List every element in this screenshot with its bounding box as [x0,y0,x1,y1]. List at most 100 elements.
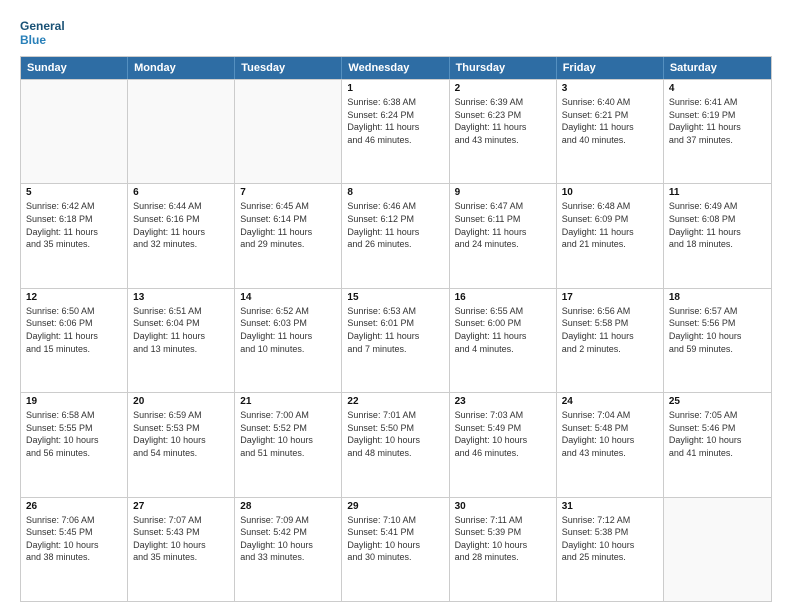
cal-header-cell: Thursday [450,57,557,79]
day-number: 27 [133,501,229,512]
calendar-cell [128,80,235,183]
calendar-cell: 23 Sunrise: 7:03 AM Sunset: 5:49 PM Dayli… [450,393,557,496]
calendar-cell [664,498,771,601]
day-number: 14 [240,292,336,303]
day-number: 9 [455,187,551,198]
day-info: Sunrise: 6:59 AM Sunset: 5:53 PM Dayligh… [133,409,229,459]
day-number: 31 [562,501,658,512]
day-info: Sunrise: 6:50 AM Sunset: 6:06 PM Dayligh… [26,305,122,355]
calendar-cell: 12Sunrise: 6:50 AM Sunset: 6:06 PM Dayli… [21,289,128,392]
day-info: Sunrise: 7:00 AM Sunset: 5:52 PM Dayligh… [240,409,336,459]
day-number: 4 [669,83,766,94]
calendar-cell: 17 Sunrise: 6:56 AM Sunset: 5:58 PM Dayli… [557,289,664,392]
calendar-cell: 4Sunrise: 6:41 AM Sunset: 6:19 PM Daylig… [664,80,771,183]
calendar-cell: 2 Sunrise: 6:39 AM Sunset: 6:23 PM Daylig… [450,80,557,183]
calendar-cell [235,80,342,183]
day-info: Sunrise: 6:52 AM Sunset: 6:03 PM Dayligh… [240,305,336,355]
calendar-cell: 9Sunrise: 6:47 AM Sunset: 6:11 PM Daylig… [450,184,557,287]
calendar-cell: 16 Sunrise: 6:55 AM Sunset: 6:00 PM Dayli… [450,289,557,392]
calendar-cell: 31 Sunrise: 7:12 AM Sunset: 5:38 PM Dayli… [557,498,664,601]
day-info: Sunrise: 6:49 AM Sunset: 6:08 PM Dayligh… [669,200,766,250]
calendar-row: 19 Sunrise: 6:58 AM Sunset: 5:55 PM Dayli… [21,392,771,496]
day-info: Sunrise: 7:09 AM Sunset: 5:42 PM Dayligh… [240,514,336,564]
calendar-cell: 15 Sunrise: 6:53 AM Sunset: 6:01 PM Dayli… [342,289,449,392]
calendar-body: 1Sunrise: 6:38 AM Sunset: 6:24 PM Daylig… [21,79,771,601]
day-number: 10 [562,187,658,198]
calendar-cell: 29 Sunrise: 7:10 AM Sunset: 5:41 PM Dayli… [342,498,449,601]
day-number: 13 [133,292,229,303]
day-number: 29 [347,501,443,512]
day-info: Sunrise: 6:55 AM Sunset: 6:00 PM Dayligh… [455,305,551,355]
calendar: SundayMondayTuesdayWednesdayThursdayFrid… [20,56,772,602]
calendar-cell: 1Sunrise: 6:38 AM Sunset: 6:24 PM Daylig… [342,80,449,183]
day-info: Sunrise: 6:38 AM Sunset: 6:24 PM Dayligh… [347,96,443,146]
svg-text:Blue: Blue [20,33,46,47]
day-number: 17 [562,292,658,303]
day-number: 2 [455,83,551,94]
day-info: Sunrise: 7:06 AM Sunset: 5:45 PM Dayligh… [26,514,122,564]
calendar-cell: 22Sunrise: 7:01 AM Sunset: 5:50 PM Dayli… [342,393,449,496]
calendar-cell: 25 Sunrise: 7:05 AM Sunset: 5:46 PM Dayli… [664,393,771,496]
day-number: 18 [669,292,766,303]
day-info: Sunrise: 7:07 AM Sunset: 5:43 PM Dayligh… [133,514,229,564]
cal-header-cell: Monday [128,57,235,79]
calendar-cell: 6 Sunrise: 6:44 AM Sunset: 6:16 PM Daylig… [128,184,235,287]
day-info: Sunrise: 6:58 AM Sunset: 5:55 PM Dayligh… [26,409,122,459]
day-number: 21 [240,396,336,407]
day-number: 24 [562,396,658,407]
calendar-cell: 26Sunrise: 7:06 AM Sunset: 5:45 PM Dayli… [21,498,128,601]
calendar-cell: 7Sunrise: 6:45 AM Sunset: 6:14 PM Daylig… [235,184,342,287]
calendar-cell: 28Sunrise: 7:09 AM Sunset: 5:42 PM Dayli… [235,498,342,601]
cal-header-cell: Wednesday [342,57,449,79]
logo: GeneralBlue [20,16,72,48]
cal-header-cell: Friday [557,57,664,79]
day-number: 30 [455,501,551,512]
day-number: 23 [455,396,551,407]
day-info: Sunrise: 6:40 AM Sunset: 6:21 PM Dayligh… [562,96,658,146]
calendar-cell: 19 Sunrise: 6:58 AM Sunset: 5:55 PM Dayli… [21,393,128,496]
calendar-cell: 21 Sunrise: 7:00 AM Sunset: 5:52 PM Dayli… [235,393,342,496]
day-info: Sunrise: 6:56 AM Sunset: 5:58 PM Dayligh… [562,305,658,355]
calendar-row: 5Sunrise: 6:42 AM Sunset: 6:18 PM Daylig… [21,183,771,287]
day-info: Sunrise: 7:03 AM Sunset: 5:49 PM Dayligh… [455,409,551,459]
day-number: 19 [26,396,122,407]
calendar-cell: 18 Sunrise: 6:57 AM Sunset: 5:56 PM Dayli… [664,289,771,392]
calendar-row: 26Sunrise: 7:06 AM Sunset: 5:45 PM Dayli… [21,497,771,601]
day-info: Sunrise: 7:12 AM Sunset: 5:38 PM Dayligh… [562,514,658,564]
day-number: 5 [26,187,122,198]
calendar-header: SundayMondayTuesdayWednesdayThursdayFrid… [21,57,771,79]
day-number: 16 [455,292,551,303]
cal-header-cell: Tuesday [235,57,342,79]
day-info: Sunrise: 6:51 AM Sunset: 6:04 PM Dayligh… [133,305,229,355]
day-info: Sunrise: 6:44 AM Sunset: 6:16 PM Dayligh… [133,200,229,250]
calendar-cell: 20 Sunrise: 6:59 AM Sunset: 5:53 PM Dayli… [128,393,235,496]
day-info: Sunrise: 6:39 AM Sunset: 6:23 PM Dayligh… [455,96,551,146]
header: GeneralBlue [20,16,772,48]
logo-svg: GeneralBlue [20,16,72,48]
day-info: Sunrise: 6:48 AM Sunset: 6:09 PM Dayligh… [562,200,658,250]
page: GeneralBlue SundayMondayTuesdayWednesday… [0,0,792,612]
day-number: 8 [347,187,443,198]
day-number: 20 [133,396,229,407]
calendar-cell: 27 Sunrise: 7:07 AM Sunset: 5:43 PM Dayli… [128,498,235,601]
day-info: Sunrise: 7:10 AM Sunset: 5:41 PM Dayligh… [347,514,443,564]
calendar-cell: 30 Sunrise: 7:11 AM Sunset: 5:39 PM Dayli… [450,498,557,601]
calendar-cell: 14 Sunrise: 6:52 AM Sunset: 6:03 PM Dayli… [235,289,342,392]
calendar-row: 1Sunrise: 6:38 AM Sunset: 6:24 PM Daylig… [21,79,771,183]
calendar-cell: 13 Sunrise: 6:51 AM Sunset: 6:04 PM Dayli… [128,289,235,392]
svg-text:General: General [20,19,65,33]
cal-header-cell: Sunday [21,57,128,79]
day-info: Sunrise: 6:46 AM Sunset: 6:12 PM Dayligh… [347,200,443,250]
day-info: Sunrise: 6:57 AM Sunset: 5:56 PM Dayligh… [669,305,766,355]
cal-header-cell: Saturday [664,57,771,79]
day-info: Sunrise: 6:53 AM Sunset: 6:01 PM Dayligh… [347,305,443,355]
calendar-cell: 8 Sunrise: 6:46 AM Sunset: 6:12 PM Daylig… [342,184,449,287]
day-info: Sunrise: 7:05 AM Sunset: 5:46 PM Dayligh… [669,409,766,459]
day-number: 3 [562,83,658,94]
calendar-cell: 10 Sunrise: 6:48 AM Sunset: 6:09 PM Dayli… [557,184,664,287]
calendar-cell: 11Sunrise: 6:49 AM Sunset: 6:08 PM Dayli… [664,184,771,287]
day-number: 6 [133,187,229,198]
day-info: Sunrise: 7:11 AM Sunset: 5:39 PM Dayligh… [455,514,551,564]
day-number: 25 [669,396,766,407]
day-number: 15 [347,292,443,303]
